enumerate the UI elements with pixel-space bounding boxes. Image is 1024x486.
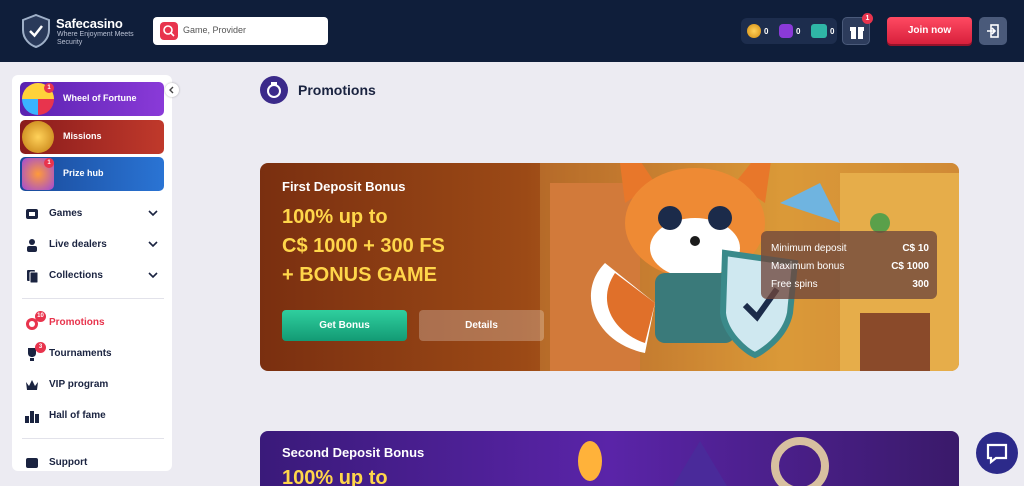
banner-subtitle: First Deposit Bonus [282, 179, 406, 194]
sidebar-item-promotions[interactable]: 10 Promotions [12, 311, 172, 334]
banner-headline: 100% up to C$ 1000 + 300 FS + BONUS GAME [282, 206, 445, 286]
live-dealer-icon [27, 239, 37, 252]
info-row: Minimum deposit C$ 10 [771, 243, 929, 254]
search-input[interactable]: Game, Provider [153, 17, 328, 45]
sidebar-item-games[interactable]: Games [12, 203, 172, 225]
free-spins-balance[interactable]: 0 [779, 22, 800, 40]
brand-tagline: Where Enjoyment Meets Security [57, 31, 134, 46]
gift-badge: 1 [862, 13, 873, 24]
sidebar-item-collections[interactable]: Collections [12, 265, 172, 287]
sidebar-divider [22, 298, 164, 299]
sidebar-item-hall-of-fame[interactable]: Hall of fame [12, 405, 172, 427]
bonus-bucks-balance[interactable]: 0 [811, 22, 834, 40]
collections-icon [27, 270, 39, 284]
join-now-button[interactable]: Join now [887, 17, 972, 44]
sidebar: 1 Wheel of Fortune Missions 1 Prize hub … [12, 75, 172, 471]
missions-icon [22, 121, 54, 153]
sidebar-divider [22, 438, 164, 439]
balance-group[interactable]: 0 0 0 [741, 18, 837, 44]
coin-icon [747, 24, 761, 38]
crown-icon [26, 380, 38, 390]
chat-icon [986, 443, 1008, 465]
sidebar-collapse-button[interactable] [165, 83, 179, 97]
page-title: Promotions [298, 82, 376, 98]
live-chat-button[interactable] [976, 432, 1018, 474]
search-placeholder: Game, Provider [183, 25, 247, 35]
sidebar-card-prize-hub[interactable]: 1 Prize hub [20, 157, 164, 191]
support-icon [26, 458, 38, 468]
sidebar-item-support[interactable]: Support [12, 452, 172, 471]
chevron-down-icon [148, 210, 158, 217]
info-row: Free spins 300 [771, 279, 929, 290]
get-bonus-button[interactable]: Get Bonus [282, 310, 407, 341]
logo[interactable]: Safecasino Where Enjoyment Meets Securit… [22, 12, 152, 52]
chevron-left-icon [169, 86, 174, 94]
info-row: Maximum bonus C$ 1000 [771, 261, 929, 272]
shield-logo-icon [22, 14, 50, 48]
bonus-info-box: Minimum deposit C$ 10 Maximum bonus C$ 1… [761, 231, 937, 299]
banner-headline: 100% up to [282, 467, 388, 486]
banner-subtitle: Second Deposit Bonus [282, 445, 425, 460]
details-button[interactable]: Details [419, 310, 544, 341]
free-spins-icon [779, 24, 793, 38]
chevron-down-icon [148, 272, 158, 279]
login-icon [987, 24, 999, 38]
login-button[interactable] [979, 17, 1007, 45]
brand-name: Safecasino [56, 16, 123, 31]
sidebar-card-missions[interactable]: Missions [20, 120, 164, 154]
top-header: Safecasino Where Enjoyment Meets Securit… [0, 0, 1024, 62]
sidebar-item-vip-program[interactable]: VIP program [12, 374, 172, 396]
podium-icon [25, 411, 39, 423]
second-deposit-banner: Second Deposit Bonus 100% up to [260, 431, 959, 486]
promotions-title-icon [260, 76, 288, 104]
chevron-down-icon [148, 241, 158, 248]
coin-balance[interactable]: 0 [747, 22, 768, 40]
games-icon [26, 209, 38, 219]
bonus-bucks-icon [811, 24, 827, 38]
sidebar-item-live-dealers[interactable]: Live dealers [12, 234, 172, 256]
sidebar-card-wheel-of-fortune[interactable]: 1 Wheel of Fortune [20, 82, 164, 116]
search-icon [160, 22, 178, 40]
wizard-illustration [578, 437, 829, 486]
sidebar-item-tournaments[interactable]: 3 Tournaments [12, 342, 172, 365]
